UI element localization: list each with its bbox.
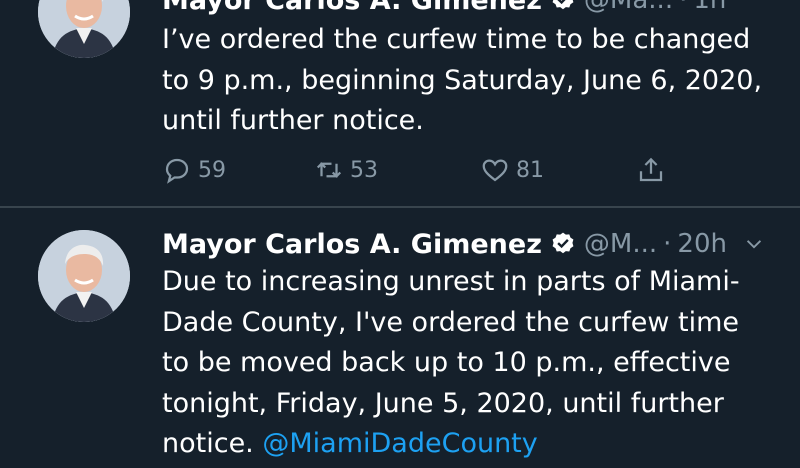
like-button[interactable]: 81 <box>480 152 544 188</box>
tweet-actions: 59 53 81 <box>162 152 702 188</box>
reply-icon <box>165 158 189 184</box>
author-name[interactable]: Mayor Carlos A. Gimenez <box>162 229 542 260</box>
mention-link[interactable]: @MiamiDadeCounty <box>262 428 537 459</box>
author-name[interactable]: Mayor Carlos A. Gimenez <box>162 0 542 16</box>
tweet-header: Mayor Carlos A. Gimenez @M... · 20h <box>162 222 782 266</box>
chevron-down-icon[interactable] <box>743 233 765 255</box>
dot-separator: · <box>663 229 672 259</box>
heart-icon <box>482 159 508 182</box>
tweet[interactable]: Mayor Carlos A. Gimenez @M... · 20h Due … <box>0 208 800 468</box>
verified-badge-icon <box>552 0 574 10</box>
avatar[interactable] <box>38 0 130 58</box>
retweet-count: 53 <box>350 157 378 183</box>
retweet-icon <box>316 162 342 178</box>
avatar-portrait-icon <box>38 230 130 322</box>
tweet[interactable]: Mayor Carlos A. Gimenez @Ma... · 1h I’ve… <box>0 0 800 206</box>
author-handle[interactable]: @M... <box>584 229 657 259</box>
tweet-time[interactable]: 1h <box>693 0 726 15</box>
tweet-text: Due to increasing unrest in parts of Mia… <box>162 262 772 465</box>
share-button[interactable] <box>636 152 666 188</box>
retweet-button[interactable]: 53 <box>314 152 378 188</box>
tweet-time[interactable]: 20h <box>677 229 727 259</box>
avatar-portrait-icon <box>38 0 130 58</box>
like-count: 81 <box>516 157 544 183</box>
tweet-text: I’ve ordered the curfew time to be chang… <box>162 24 763 136</box>
reply-count: 59 <box>198 157 226 183</box>
author-handle[interactable]: @Ma... <box>584 0 673 15</box>
tweet-header: Mayor Carlos A. Gimenez @Ma... · 1h <box>162 0 782 22</box>
dot-separator: · <box>679 0 688 15</box>
share-icon <box>639 157 663 182</box>
avatar[interactable] <box>38 230 130 322</box>
verified-badge-icon <box>552 232 574 254</box>
reply-button[interactable]: 59 <box>162 152 226 188</box>
